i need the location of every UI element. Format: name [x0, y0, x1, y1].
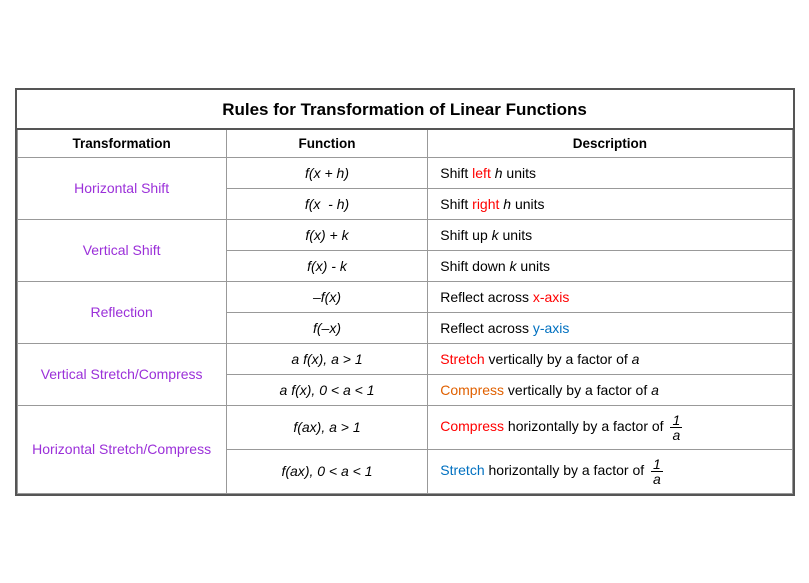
main-table-container: Rules for Transformation of Linear Funct… — [15, 88, 795, 496]
keyword-yaxis: y-axis — [533, 320, 570, 336]
keyword-stretch-h: Stretch — [440, 462, 484, 478]
header-row: Transformation Function Description — [17, 129, 792, 158]
function-cell: f(x - h) — [226, 188, 428, 219]
fraction-1-a: 1 a — [670, 413, 682, 442]
table-row: Vertical Stretch/Compress a f(x), a > 1 … — [17, 343, 792, 374]
fraction-1-a-2: 1 a — [651, 457, 663, 486]
title-row: Rules for Transformation of Linear Funct… — [17, 90, 792, 129]
header-transformation: Transformation — [17, 129, 226, 158]
keyword-stretch: Stretch — [440, 351, 484, 367]
keyword-compress-h: Compress — [440, 418, 504, 434]
fraction-denominator: a — [670, 428, 682, 442]
keyword-right: right — [472, 196, 499, 212]
table-row: Vertical Shift f(x) + k Shift up k units — [17, 219, 792, 250]
keyword-compress: Compress — [440, 382, 504, 398]
description-cell: Shift right h units — [428, 188, 792, 219]
keyword-left: left — [472, 165, 491, 181]
header-description: Description — [428, 129, 792, 158]
function-cell: f(x) - k — [226, 250, 428, 281]
fraction-numerator-2: 1 — [651, 457, 663, 472]
transform-horizontal-shift: Horizontal Shift — [17, 157, 226, 219]
keyword-xaxis: x-axis — [533, 289, 570, 305]
description-cell: Reflect across x-axis — [428, 281, 792, 312]
transform-horizontal-stretch: Horizontal Stretch/Compress — [17, 405, 226, 493]
function-cell: a f(x), a > 1 — [226, 343, 428, 374]
table-row: Horizontal Shift f(x + h) Shift left h u… — [17, 157, 792, 188]
description-cell: Shift left h units — [428, 157, 792, 188]
function-cell: f(ax), 0 < a < 1 — [226, 449, 428, 493]
table-row: Reflection –f(x) Reflect across x-axis — [17, 281, 792, 312]
description-cell: Shift up k units — [428, 219, 792, 250]
header-function: Function — [226, 129, 428, 158]
transform-reflection: Reflection — [17, 281, 226, 343]
table-title: Rules for Transformation of Linear Funct… — [17, 90, 792, 129]
function-cell: f(ax), a > 1 — [226, 405, 428, 449]
description-cell: Stretch vertically by a factor of a — [428, 343, 792, 374]
description-cell: Compress horizontally by a factor of 1 a — [428, 405, 792, 449]
fraction-denominator-2: a — [651, 472, 663, 486]
transform-vertical-shift: Vertical Shift — [17, 219, 226, 281]
function-cell: f(–x) — [226, 312, 428, 343]
function-cell: a f(x), 0 < a < 1 — [226, 374, 428, 405]
description-cell: Compress vertically by a factor of a — [428, 374, 792, 405]
function-cell: f(x + h) — [226, 157, 428, 188]
function-cell: –f(x) — [226, 281, 428, 312]
description-cell: Shift down k units — [428, 250, 792, 281]
description-cell: Stretch horizontally by a factor of 1 a — [428, 449, 792, 493]
fraction-numerator: 1 — [670, 413, 682, 428]
function-cell: f(x) + k — [226, 219, 428, 250]
description-cell: Reflect across y-axis — [428, 312, 792, 343]
transform-vertical-stretch: Vertical Stretch/Compress — [17, 343, 226, 405]
table-row: Horizontal Stretch/Compress f(ax), a > 1… — [17, 405, 792, 449]
